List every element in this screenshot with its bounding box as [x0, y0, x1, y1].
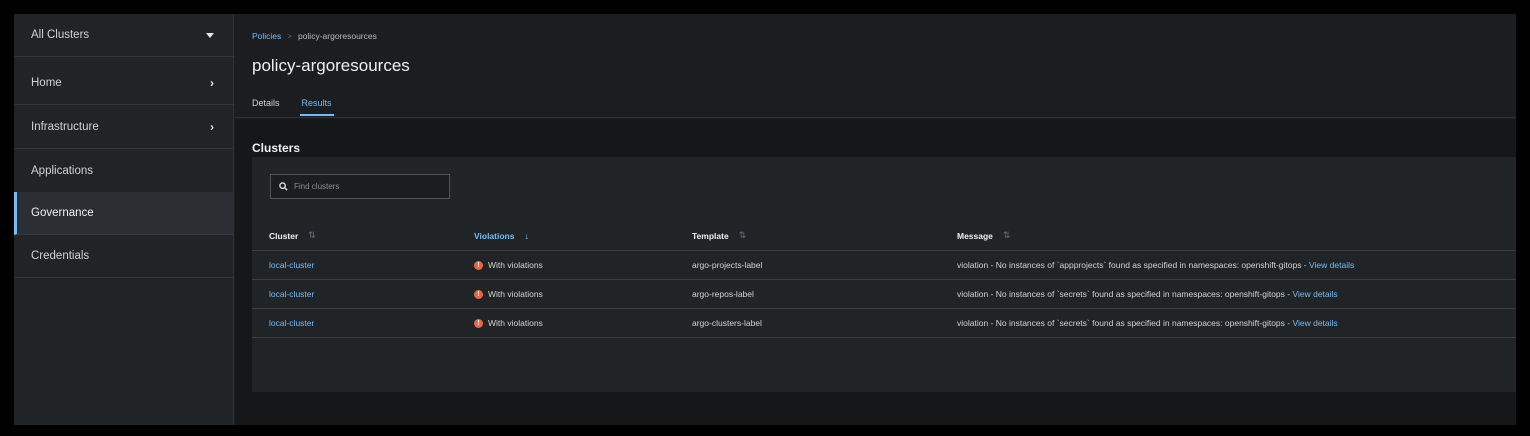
table-row: local-cluster ! With violations argo-rep…	[252, 280, 1516, 309]
cluster-switcher-label: All Clusters	[31, 29, 90, 41]
search-icon	[279, 182, 288, 191]
violation-message: violation - No instances of `secrets` fo…	[957, 318, 1291, 328]
breadcrumb-link-policies[interactable]: Policies	[252, 31, 281, 41]
column-header-cluster[interactable]: Cluster ⇅	[269, 221, 316, 250]
clusters-table: Cluster ⇅ Violations ↓ Template ⇅ Messag…	[252, 221, 1516, 338]
column-header-message[interactable]: Message ⇅	[957, 221, 1010, 250]
breadcrumb-current: policy-argoresources	[297, 31, 377, 41]
violation-message: violation - No instances of `secrets` fo…	[957, 289, 1291, 299]
sidebar-item-label: Governance	[31, 207, 94, 219]
template-name: argo-projects-label	[692, 260, 763, 270]
caret-down-icon	[206, 32, 214, 38]
violation-status: With violations	[488, 260, 543, 270]
search-input[interactable]	[294, 182, 444, 191]
clusters-table-card: Cluster ⇅ Violations ↓ Template ⇅ Messag…	[252, 157, 1516, 392]
sidebar-item-label: Applications	[31, 165, 94, 177]
app-frame: All Clusters Home › Infrastructure › App…	[14, 14, 1516, 425]
exclamation-circle-icon: !	[474, 318, 483, 328]
exclamation-circle-icon: !	[474, 289, 483, 299]
sidebar-item-label: Home	[31, 77, 62, 89]
view-details-link[interactable]: View details	[1309, 260, 1354, 270]
column-header-label: Template	[692, 230, 729, 241]
chevron-right-icon: ›	[210, 76, 214, 90]
violation-message: violation - No instances of `appprojects…	[957, 260, 1307, 270]
column-header-template[interactable]: Template ⇅	[692, 221, 746, 250]
view-details-link[interactable]: View details	[1292, 318, 1337, 328]
cluster-link[interactable]: local-cluster	[269, 260, 314, 270]
table-row: local-cluster ! With violations argo-clu…	[252, 309, 1516, 338]
page-title: policy-argoresources	[252, 56, 410, 75]
section-title: Clusters	[252, 141, 301, 155]
tab-results[interactable]: Results	[299, 98, 334, 116]
sidebar-item-governance[interactable]: Governance	[14, 192, 234, 235]
violation-status: With violations	[488, 318, 543, 328]
column-header-label: Message	[957, 230, 993, 241]
tab-details[interactable]: Details	[252, 98, 280, 114]
exclamation-circle-icon: !	[474, 260, 483, 270]
sidebar-item-infrastructure[interactable]: Infrastructure ›	[14, 106, 234, 149]
cluster-link[interactable]: local-cluster	[269, 318, 314, 328]
sidebar-item-credentials[interactable]: Credentials	[14, 235, 234, 278]
sort-icon: ⇅	[1002, 230, 1011, 240]
template-name: argo-repos-label	[692, 289, 754, 299]
sidebar-item-label: Infrastructure	[31, 121, 99, 133]
sort-icon: ⇅	[308, 230, 316, 240]
sidebar-item-home[interactable]: Home ›	[14, 62, 234, 105]
sidebar-item-applications[interactable]: Applications	[14, 150, 234, 193]
template-name: argo-clusters-label	[692, 318, 762, 328]
column-header-violations[interactable]: Violations ↓	[474, 221, 529, 250]
column-header-label: Cluster	[269, 230, 299, 241]
sidebar-item-label: Credentials	[31, 250, 90, 262]
view-details-link[interactable]: View details	[1292, 289, 1337, 299]
sort-icon: ⇅	[738, 230, 747, 240]
cluster-switcher[interactable]: All Clusters	[14, 14, 234, 57]
tab-bar: Details Results	[252, 98, 334, 116]
results-panel: Clusters Cluster ⇅ Violations ↓	[235, 119, 1516, 425]
table-row: local-cluster ! With violations argo-pro…	[252, 251, 1516, 280]
breadcrumb-separator-icon: >	[287, 31, 292, 41]
cluster-link[interactable]: local-cluster	[269, 289, 314, 299]
sidebar: All Clusters Home › Infrastructure › App…	[14, 14, 234, 425]
chevron-right-icon: ›	[210, 120, 214, 134]
page-header: Policies > policy-argoresources policy-a…	[235, 14, 1516, 118]
sort-descending-icon: ↓	[524, 230, 529, 241]
breadcrumb: Policies > policy-argoresources	[252, 31, 377, 41]
column-header-label: Violations	[474, 230, 515, 241]
table-header-row: Cluster ⇅ Violations ↓ Template ⇅ Messag…	[252, 221, 1516, 251]
violation-status: With violations	[488, 289, 543, 299]
search-box	[270, 174, 450, 199]
